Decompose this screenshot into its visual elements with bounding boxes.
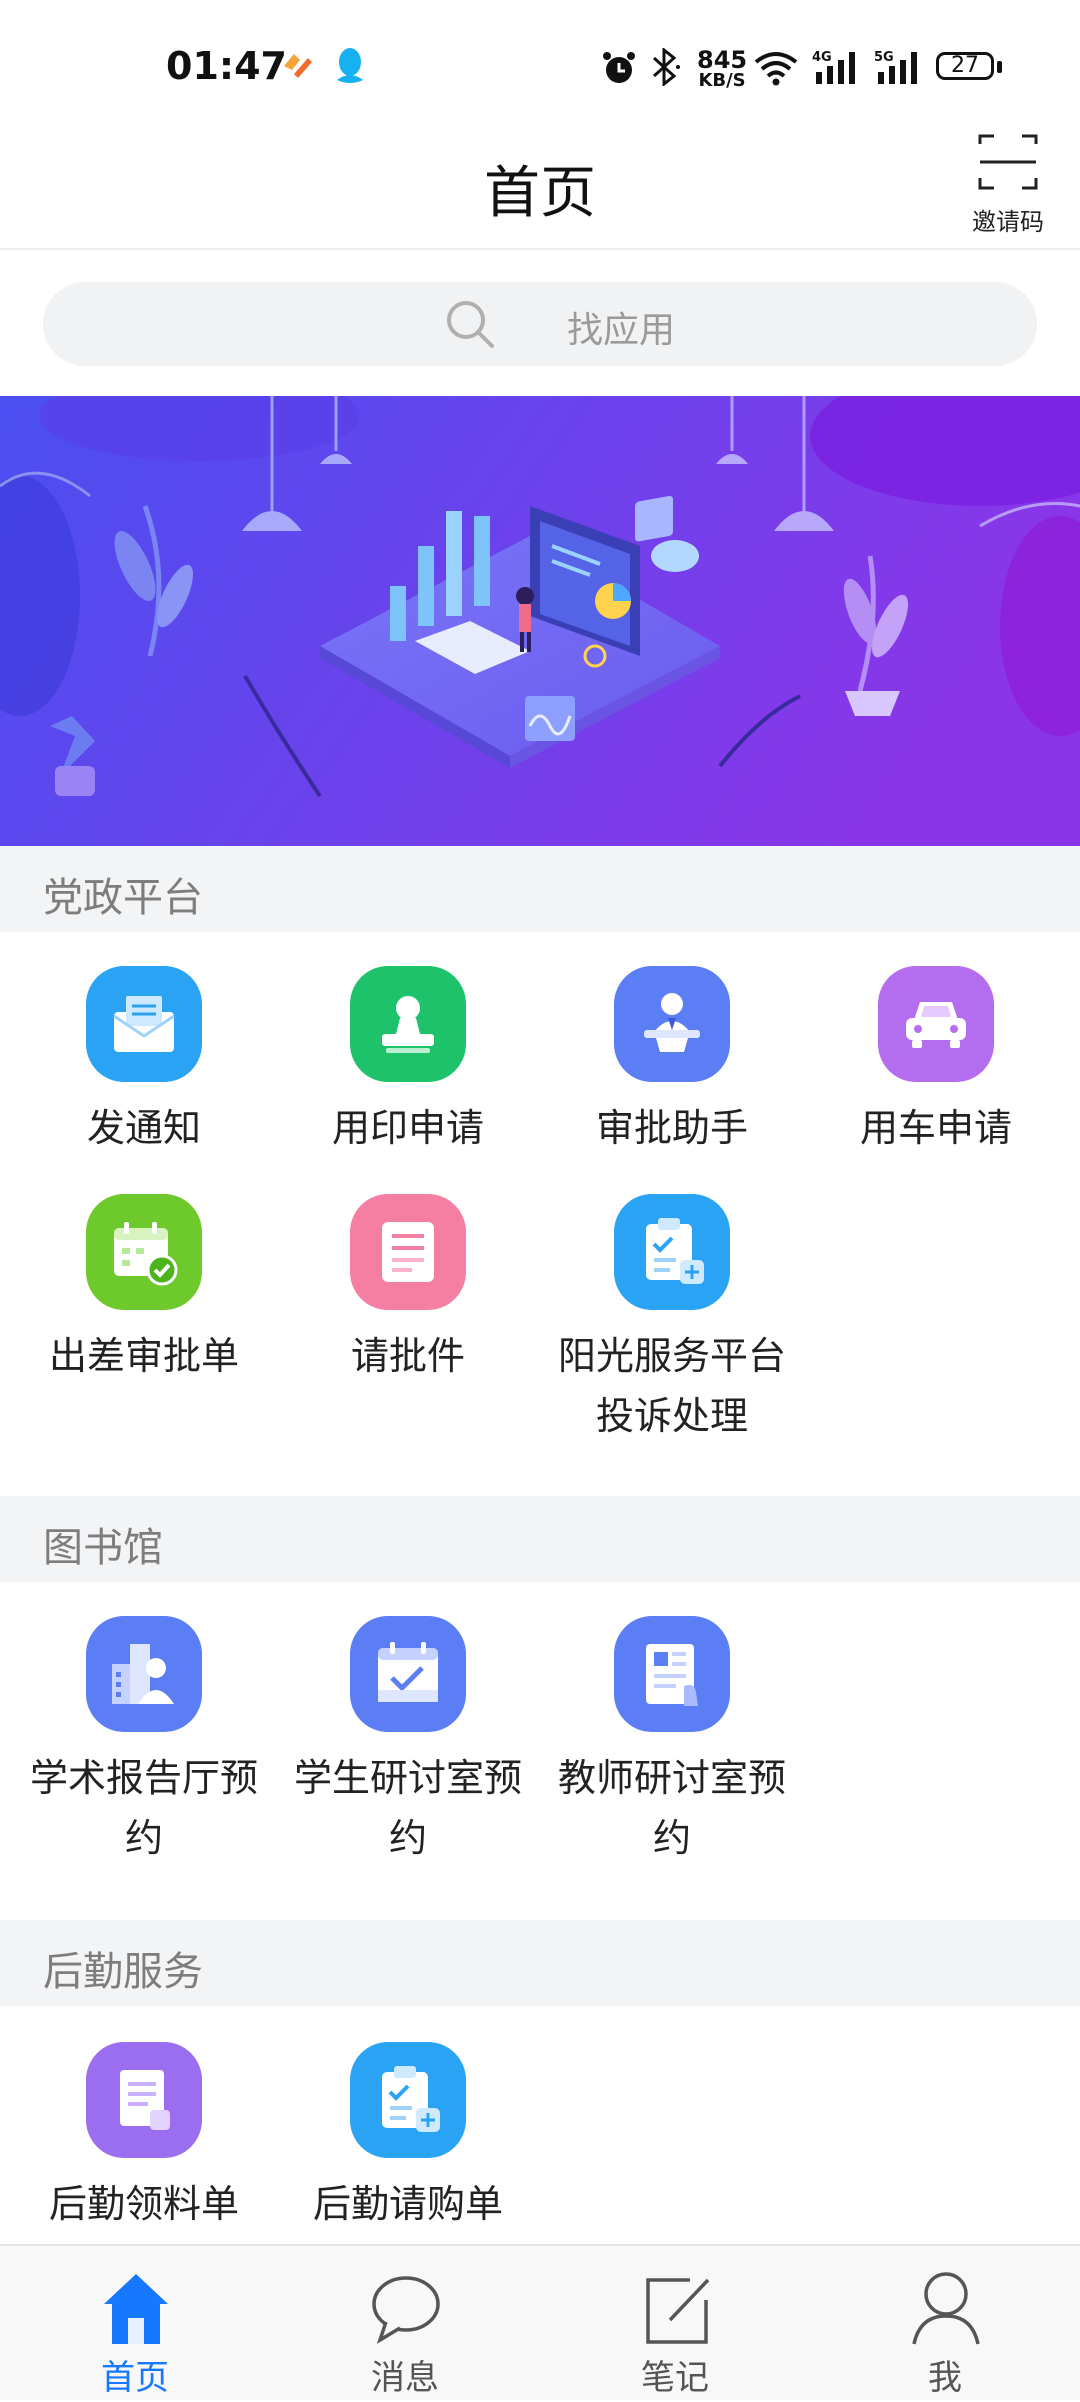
section-header-library: 图书馆 <box>0 1496 1080 1582</box>
banner-image[interactable] <box>0 396 1080 846</box>
document-icon <box>350 1194 466 1310</box>
invite-code-label: 邀请码 <box>972 208 1044 236</box>
home-icon <box>104 2274 168 2344</box>
newspaper-icon <box>614 1616 730 1732</box>
battery-tip <box>997 61 1002 73</box>
app-teacher-room-booking[interactable]: 教师研讨室预约 <box>540 1616 804 1868</box>
section-grid-library: 学术报告厅预约 学生研讨室预约 教师研讨室预约 <box>0 1582 1080 1920</box>
bottom-navigation: 首页 消息 笔记 我 <box>0 2244 1080 2400</box>
nav-label: 首页 <box>101 2358 169 2398</box>
nav-tab-home[interactable]: 首页 <box>0 2246 270 2402</box>
section-header-logistics: 后勤服务 <box>0 1920 1080 2006</box>
section-title: 图书馆 <box>43 1525 163 1571</box>
app-label: 学生研讨室预约 <box>293 1756 522 1860</box>
app-label: 后勤领料单 <box>48 2182 239 2226</box>
qq-icon <box>337 48 363 83</box>
svg-text:5G: 5G <box>874 50 894 65</box>
signal-4g-icon: 4G <box>812 50 855 84</box>
search-icon <box>447 301 494 348</box>
app-business-trip-approval[interactable]: 出差审批单 <box>12 1194 276 1386</box>
user-icon <box>912 2272 980 2345</box>
nav-tab-notes[interactable]: 笔记 <box>540 2246 810 2402</box>
app-label: 发通知 <box>86 1106 201 1150</box>
status-bar: 01:47 845 KB/S 4G 5G 27 <box>0 0 1080 120</box>
app-student-room-booking[interactable]: 学生研讨室预约 <box>276 1616 540 1868</box>
app-notification-icon <box>284 54 312 78</box>
app-label: 阳光服务平台投诉处理 <box>557 1334 786 1438</box>
app-request-document[interactable]: 请批件 <box>276 1194 540 1386</box>
bluetooth-icon <box>652 48 680 86</box>
scan-icon <box>978 134 1038 190</box>
page-title: 首页 <box>484 161 596 226</box>
calendar-check-icon <box>86 1194 202 1310</box>
app-label: 出差审批单 <box>48 1334 239 1378</box>
app-seal-application[interactable]: 用印申请 <box>276 966 540 1158</box>
section-header-party-platform: 党政平台 <box>0 846 1080 932</box>
edit-icon <box>646 2278 710 2344</box>
assistant-icon <box>614 966 730 1082</box>
banner-illustration <box>0 396 1080 846</box>
calendar-check-icon <box>350 1616 466 1732</box>
app-approval-assistant[interactable]: 审批助手 <box>540 966 804 1158</box>
clipboard-check-icon <box>614 1194 730 1310</box>
search-input[interactable]: 找应用 <box>43 282 1037 366</box>
lecture-hall-icon <box>86 1616 202 1732</box>
app-label: 教师研讨室预约 <box>557 1756 786 1860</box>
search-placeholder: 找应用 <box>567 310 676 351</box>
section-grid-logistics: 后勤领料单 后勤请购单 <box>0 2006 1080 2244</box>
app-logistics-purchase-request[interactable]: 后勤请购单 <box>276 2042 540 2234</box>
status-time: 01:47 <box>166 44 287 88</box>
app-sunshine-complaint[interactable]: 阳光服务平台投诉处理 <box>540 1194 804 1446</box>
wifi-icon <box>754 52 798 86</box>
app-label: 审批助手 <box>595 1106 748 1150</box>
envelope-icon <box>86 966 202 1082</box>
invite-code-button[interactable]: 邀请码 <box>960 128 1056 238</box>
nav-label: 消息 <box>371 2358 439 2398</box>
scroll-icon <box>86 2042 202 2158</box>
battery-indicator: 27 <box>936 52 994 80</box>
app-label: 请批件 <box>350 1334 465 1378</box>
network-speed: 845 KB/S <box>697 46 748 91</box>
signal-5g-icon: 5G <box>874 50 917 84</box>
app-vehicle-application[interactable]: 用车申请 <box>804 966 1068 1158</box>
alarm-icon <box>603 52 635 83</box>
nav-label: 笔记 <box>641 2358 709 2398</box>
app-send-notice[interactable]: 发通知 <box>12 966 276 1158</box>
section-title: 后勤服务 <box>43 1949 203 1995</box>
car-icon <box>878 966 994 1082</box>
section-title: 党政平台 <box>43 875 203 921</box>
chat-icon <box>372 2276 440 2344</box>
app-label: 后勤请购单 <box>312 2182 503 2226</box>
app-logistics-material-request[interactable]: 后勤领料单 <box>12 2042 276 2234</box>
nav-label: 我 <box>928 2358 962 2398</box>
nav-tab-me[interactable]: 我 <box>810 2246 1080 2402</box>
clipboard-check-icon <box>350 2042 466 2158</box>
app-label: 学术报告厅预约 <box>29 1756 258 1860</box>
app-label: 用印申请 <box>331 1106 484 1150</box>
section-grid-party-platform: 发通知 用印申请 审批助手 用车申请 出差审批单 请批件 阳光服务平台投诉处理 <box>0 932 1080 1496</box>
nav-tab-messages[interactable]: 消息 <box>270 2246 540 2402</box>
app-header: 首页 邀请码 <box>0 120 1080 250</box>
app-lecture-hall-booking[interactable]: 学术报告厅预约 <box>12 1616 276 1868</box>
app-label: 用车申请 <box>859 1106 1012 1150</box>
svg-text:4G: 4G <box>812 50 832 65</box>
stamp-icon <box>350 966 466 1082</box>
